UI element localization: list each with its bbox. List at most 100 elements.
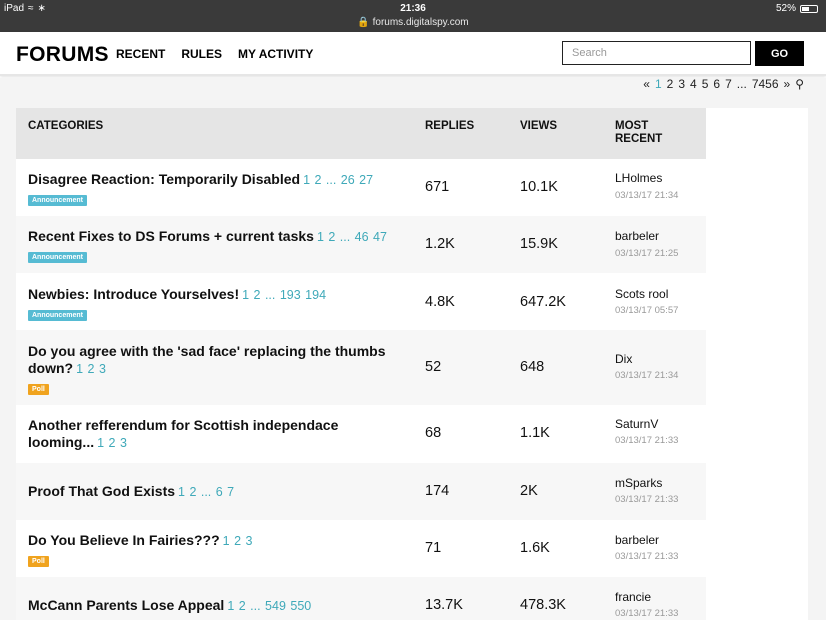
discussion-title[interactable]: Proof That God Exists [28,483,175,499]
recent-user[interactable]: Dix [615,352,632,366]
views-count: 15.9K [520,236,558,252]
views-count: 2K [520,483,538,499]
replies-count: 671 [425,179,450,195]
poll-badge: Poll [28,384,49,395]
table-row[interactable]: Disagree Reaction: Temporarily Disabled 1… [16,159,706,216]
discussion-pages[interactable]: 1 2 ... 26 27 [303,173,373,187]
recent-user[interactable]: barbeler [615,229,659,243]
pagination: « 1 2 3 4 5 6 7 ... 7456 » ⚲ [643,77,804,91]
header-most-recent-line2: RECENT [615,133,663,145]
status-bar: iPad ≈ ∗ 21:36 🔒 forums.digitalspy.com 5… [0,0,826,32]
views-count: 1.1K [520,425,550,441]
replies-count: 1.2K [425,236,455,252]
pager-page-5[interactable]: 5 [702,77,709,91]
battery-fill [802,6,809,11]
recent-user[interactable]: SaturnV [615,417,658,431]
views-count: 1.6K [520,540,550,556]
discussion-title[interactable]: Recent Fixes to DS Forums + current task… [28,228,314,244]
site-header: FORUMS RECENT RULES MY ACTIVITY GO [0,32,826,76]
nav-my-activity[interactable]: MY ACTIVITY [238,47,313,61]
recent-date: 03/13/17 05:57 [615,305,679,316]
discussion-title-cell: Disagree Reaction: Temporarily Disabled 1… [28,171,418,206]
battery-percent: 52% [775,3,796,14]
go-button[interactable]: GO [755,41,804,66]
table-header: CATEGORIES REPLIES VIEWS MOST RECENT [16,108,706,159]
views-count: 478.3K [520,597,566,613]
discussion-pages[interactable]: 1 2 ... 193 194 [242,288,326,302]
pager-ellipsis: ... [736,77,747,91]
recent-date: 03/13/17 21:33 [615,608,679,619]
pager-page-4[interactable]: 4 [690,77,697,91]
pager-page-6[interactable]: 6 [713,77,720,91]
header-most-recent-line1: MOST [615,120,649,132]
table-row[interactable]: Another refferendum for Scottish indepen… [16,405,706,463]
table-row[interactable]: Do you agree with the 'sad face' replaci… [16,330,706,405]
pager-page-7[interactable]: 7 [725,77,732,91]
discussion-pages[interactable]: 1 2 ... 549 550 [227,599,311,613]
pager-page-2[interactable]: 2 [667,77,674,91]
pager-next[interactable]: » [784,77,791,91]
replies-count: 4.8K [425,294,455,310]
pager-page-3[interactable]: 3 [678,77,685,91]
table-row[interactable]: Newbies: Introduce Yourselves! 1 2 ... 19… [16,273,706,330]
recent-user[interactable]: barbeler [615,533,659,547]
discussion-pages[interactable]: 1 2 ... 46 47 [317,230,387,244]
discussion-pages[interactable]: 1 2 3 [97,436,127,450]
main-nav: RECENT RULES MY ACTIVITY [116,47,313,61]
views-count: 10.1K [520,179,558,195]
discussion-title-cell: Do you agree with the 'sad face' replaci… [28,343,418,395]
poll-badge: Poll [28,556,49,567]
recent-user[interactable]: francie [615,590,651,604]
recent-date: 03/13/17 21:34 [615,370,679,381]
status-right: 52% [776,3,818,14]
search-input[interactable] [562,41,751,65]
pager-prev[interactable]: « [643,77,650,91]
discussion-title[interactable]: McCann Parents Lose Appeal [28,597,224,613]
header-replies: REPLIES [425,120,475,132]
discussion-title[interactable]: Another refferendum for Scottish indepen… [28,417,338,450]
recent-user[interactable]: LHolmes [615,171,662,185]
pager-last[interactable]: 7456 [752,77,779,91]
forums-logo[interactable]: FORUMS [16,43,109,67]
lock-icon: 🔒 [357,17,370,28]
search-icon[interactable]: ⚲ [795,77,804,91]
table-row[interactable]: Recent Fixes to DS Forums + current task… [16,216,706,273]
address-bar[interactable]: 🔒 forums.digitalspy.com [0,17,826,28]
table-row[interactable]: Proof That God Exists 1 2 ... 6 7 174 2K … [16,463,706,520]
discussion-title-cell: Recent Fixes to DS Forums + current task… [28,228,418,263]
recent-user[interactable]: Scots rool [615,287,668,301]
pager-page-1[interactable]: 1 [655,77,662,91]
replies-count: 68 [425,425,442,441]
discussion-pages[interactable]: 1 2 3 [76,362,106,376]
discussion-pages[interactable]: 1 2 ... 6 7 [178,485,234,499]
discussion-title[interactable]: Do You Believe In Fairies??? [28,532,220,548]
replies-count: 71 [425,540,442,556]
recent-date: 03/13/17 21:33 [615,551,679,562]
views-count: 647.2K [520,294,566,310]
table-row[interactable]: Do You Believe In Fairies??? 1 2 3 Poll 7… [16,520,706,577]
header-most-recent: MOST RECENT [615,120,662,146]
nav-recent[interactable]: RECENT [116,47,165,61]
announcement-badge: Announcement [28,252,87,263]
recent-date: 03/13/17 21:33 [615,435,679,446]
header-categories: CATEGORIES [28,120,104,132]
discussion-title[interactable]: Newbies: Introduce Yourselves! [28,286,239,302]
discussion-title-cell: McCann Parents Lose Appeal 1 2 ... 549 55… [28,597,418,615]
discussion-title-cell: Newbies: Introduce Yourselves! 1 2 ... 19… [28,286,418,321]
address-url: forums.digitalspy.com [372,17,469,28]
recent-user[interactable]: mSparks [615,476,662,490]
discussion-title[interactable]: Disagree Reaction: Temporarily Disabled [28,171,300,187]
announcement-badge: Announcement [28,195,87,206]
recent-date: 03/13/17 21:34 [615,190,679,201]
nav-rules[interactable]: RULES [181,47,222,61]
discussion-pages[interactable]: 1 2 3 [223,534,253,548]
replies-count: 13.7K [425,597,463,613]
announcement-badge: Announcement [28,310,87,321]
discussion-title-cell: Another refferendum for Scottish indepen… [28,417,418,452]
discussion-title-cell: Proof That God Exists 1 2 ... 6 7 [28,483,418,501]
header-views: VIEWS [520,120,558,132]
views-count: 648 [520,359,545,375]
battery-icon [800,4,818,13]
discussion-title-cell: Do You Believe In Fairies??? 1 2 3 Poll [28,532,418,567]
table-row[interactable]: McCann Parents Lose Appeal 1 2 ... 549 55… [16,577,706,620]
